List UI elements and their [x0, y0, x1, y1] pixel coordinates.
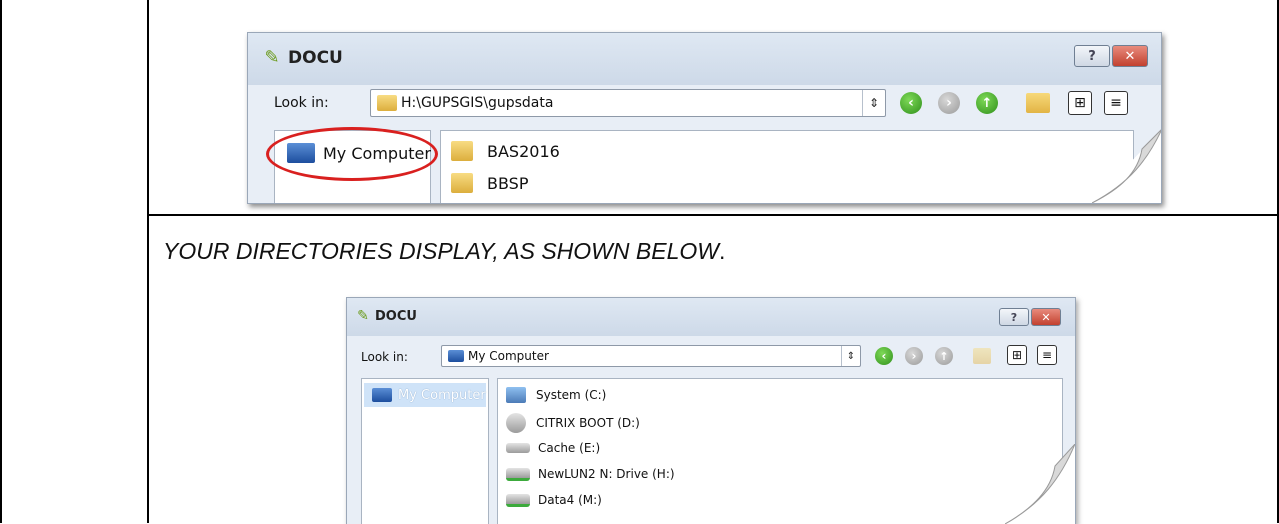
list-view-button[interactable]: ⊞	[1068, 91, 1092, 115]
file-list-pane: System (C:) CITRIX BOOT (D:) Cache (E:) …	[497, 378, 1063, 524]
list-item[interactable]: BBSP	[451, 173, 528, 193]
list-view-button[interactable]: ⊞	[1007, 345, 1027, 365]
chevron-updown-icon: ⇕	[841, 346, 860, 366]
back-button[interactable]: ‹	[875, 347, 893, 365]
hard-drive-icon	[506, 443, 530, 453]
detail-view-button[interactable]: ≡	[1037, 345, 1057, 365]
sidebar-item-label: My Computer	[398, 387, 486, 403]
computer-icon	[372, 388, 392, 402]
dialog-title: DOCU	[288, 48, 343, 68]
caption-period: .	[718, 238, 726, 264]
folder-icon	[377, 95, 397, 111]
table-row-divider	[147, 214, 1279, 216]
folder-icon	[451, 173, 473, 193]
dialog-titlebar: ✎ DOCU ? ✕	[248, 33, 1161, 85]
qgis-app-icon: ✎	[264, 46, 280, 68]
chevron-updown-icon: ⇕	[862, 90, 885, 116]
look-in-combobox[interactable]: H:\GUPSGIS\gupsdata ⇕	[370, 89, 886, 117]
file-list-pane: BAS2016 BBSP	[440, 130, 1134, 203]
qgis-app-icon: ✎	[357, 308, 369, 324]
network-drive-icon	[506, 467, 530, 481]
annotation-circle	[266, 127, 438, 181]
network-drive-icon	[506, 493, 530, 507]
sidebar-pane: My Computer	[361, 378, 489, 524]
close-button[interactable]: ✕	[1031, 308, 1061, 326]
caption-text: YOUR DIRECTORIES DISPLAY, AS SHOWN BELOW	[163, 238, 719, 264]
table-column-divider	[147, 0, 149, 523]
list-item[interactable]: System (C:)	[506, 387, 606, 403]
new-folder-button[interactable]	[1026, 93, 1050, 113]
back-button[interactable]: ‹	[900, 92, 922, 114]
up-button[interactable]: ↑	[976, 92, 998, 114]
help-button[interactable]: ?	[999, 308, 1029, 326]
sidebar-item-my-computer[interactable]: My Computer	[364, 383, 486, 407]
instruction-caption: YOUR DIRECTORIES DISPLAY, AS SHOWN BELOW…	[163, 238, 725, 265]
dialog-title: DOCU	[375, 309, 417, 324]
folder-icon	[451, 141, 473, 161]
page-curl-decoration	[1092, 129, 1161, 203]
new-folder-button[interactable]	[973, 348, 991, 364]
dvd-drive-icon	[506, 413, 526, 433]
look-in-label: Look in:	[274, 95, 329, 111]
look-in-label: Look in:	[361, 350, 408, 364]
system-drive-icon	[506, 387, 526, 403]
table-left-border	[0, 0, 2, 523]
forward-button[interactable]: ›	[938, 92, 960, 114]
look-in-path: My Computer	[468, 349, 549, 363]
list-item[interactable]: Cache (E:)	[506, 441, 600, 455]
list-item[interactable]: BAS2016	[451, 141, 560, 161]
look-in-path: H:\GUPSGIS\gupsdata	[401, 95, 554, 111]
file-dialog-bottom: ✎ DOCU ? ✕ Look in: My Computer ⇕ ‹ › ↑ …	[346, 297, 1076, 524]
close-button[interactable]: ✕	[1112, 45, 1148, 67]
look-in-combobox[interactable]: My Computer ⇕	[441, 345, 861, 367]
computer-icon	[448, 350, 464, 362]
list-item[interactable]: NewLUN2 N: Drive (H:)	[506, 467, 675, 481]
list-item[interactable]: Data4 (M:)	[506, 493, 602, 507]
list-item[interactable]: CITRIX BOOT (D:)	[506, 413, 640, 433]
page-curl-decoration	[1005, 444, 1075, 524]
forward-button[interactable]: ›	[905, 347, 923, 365]
dialog-titlebar: ✎ DOCU ? ✕	[347, 298, 1075, 336]
up-button[interactable]: ↑	[935, 347, 953, 365]
detail-view-button[interactable]: ≡	[1104, 91, 1128, 115]
help-button[interactable]: ?	[1074, 45, 1110, 67]
